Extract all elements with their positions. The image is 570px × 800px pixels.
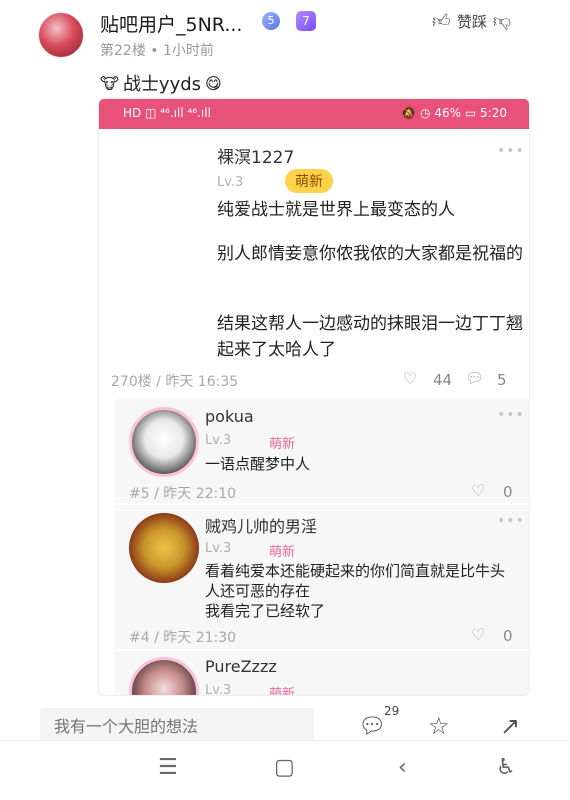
like-count: 0: [503, 483, 513, 501]
like-icon: ♡: [403, 369, 418, 388]
favorite-icon[interactable]: ☆: [428, 712, 450, 740]
reply-footer: #4 / 昨天 21:30: [129, 630, 237, 646]
embedded-screenshot[interactable]: HD ◫ ⁴⁶.ıll ⁴⁶.ıll 🔕 ◷ 46% ▭ 5:20 裸溟1227…: [98, 98, 530, 696]
reply-level: Lv.3: [205, 541, 232, 556]
back-icon[interactable]: ‹: [398, 755, 407, 780]
like-label: 赞踩: [456, 12, 487, 31]
status-right: 🔕 ◷ 46% ▭ 5:20: [401, 106, 507, 120]
newbie-badge: 萌新: [285, 169, 333, 193]
like-count: 0: [503, 627, 513, 645]
like-dislike-control[interactable]: 👍︎ 赞踩 👎︎: [432, 10, 511, 32]
reply-author: pokua: [205, 407, 254, 426]
menu-icon[interactable]: ☰: [158, 755, 178, 780]
like-icon: ♡: [471, 625, 486, 644]
accessibility-icon[interactable]: ♿: [496, 755, 516, 780]
reply-count: 5: [497, 371, 507, 389]
level-badge-icon: 7: [296, 11, 316, 31]
comment-line-2: 别人郎情妾意你侬我侬的大家都是祝福的: [217, 244, 523, 264]
comments-icon[interactable]: 💬︎: [358, 714, 386, 739]
comments-count: 29: [384, 704, 400, 718]
thumbs-down-icon[interactable]: 👎︎: [493, 10, 511, 32]
comment-level: Lv.3: [217, 175, 244, 190]
comment-footer: 270楼 / 昨天 16:35: [111, 374, 239, 390]
reply-text: 一语点醒梦中人: [205, 455, 311, 473]
reply-author: PureZzzz: [205, 657, 277, 676]
comment-line-1: 纯爱战士就是世界上最变态的人: [217, 200, 455, 220]
like-icon: ♡: [471, 481, 486, 500]
reply-avatar: [129, 513, 199, 583]
reply-avatar: [129, 407, 199, 477]
reply-badge: 萌新: [269, 545, 296, 560]
reply-footer: #5 / 昨天 22:10: [129, 486, 237, 502]
reply-author: 贼鸡儿帅的男淫: [205, 517, 318, 536]
comment-author: 裸溟1227: [217, 148, 295, 168]
username[interactable]: 贴吧用户_5NR...: [100, 10, 242, 37]
more-icon: •••: [497, 407, 525, 423]
reply-text-line-2: 我看完了已经软了: [205, 602, 326, 620]
system-nav-bar: ☰ ▢ ‹ ♿: [0, 740, 570, 800]
status-left: HD ◫ ⁴⁶.ıll ⁴⁶.ıll: [123, 106, 211, 120]
comment-icon: 💬︎: [465, 369, 485, 387]
post-content: 🐮 战士yyds 😋: [100, 70, 222, 96]
avatar[interactable]: [38, 12, 84, 58]
reply-item: 贼鸡儿帅的男淫 ••• Lv.3 萌新 看着纯爱本还能硬起来的你们简直就是比牛头…: [115, 505, 529, 649]
cow-emoji-icon: 🐮: [100, 73, 119, 93]
reply-badge: 萌新: [269, 437, 296, 452]
more-icon: •••: [497, 513, 525, 529]
post-meta: 第22楼 • 1小时前: [100, 43, 214, 59]
reply-level: Lv.3: [205, 683, 232, 696]
thumbs-up-icon[interactable]: 👍︎: [432, 10, 451, 32]
reply-level: Lv.3: [205, 433, 232, 448]
reply-badge: 萌新: [269, 687, 296, 696]
home-icon[interactable]: ▢: [274, 755, 295, 780]
reply-item: pokua ••• Lv.3 萌新 一语点醒梦中人 #5 / 昨天 22:10 …: [115, 399, 529, 503]
more-icon: •••: [497, 143, 525, 159]
like-count: 44: [433, 371, 453, 389]
reply-item: PureZzzz Lv.3 萌新: [115, 651, 529, 696]
yum-emoji-icon: 😋: [205, 73, 222, 93]
member-badge-icon: 5: [262, 12, 280, 30]
post-text: 战士yyds: [122, 74, 202, 95]
reply-text: 看着纯爱本还能硬起来的你们简直就是比牛头人还可恶的存在: [205, 562, 506, 600]
comment-line-3: 结果这帮人一边感动的抹眼泪一边丁丁翘起来了太哈人了: [217, 314, 523, 360]
page: 贴吧用户_5NR... 5 7 第22楼 • 1小时前 👍︎ 赞踩 👎︎ 🐮 战…: [0, 0, 570, 800]
share-icon[interactable]: ↗: [500, 712, 520, 740]
status-bar: HD ◫ ⁴⁶.ıll ⁴⁶.ıll 🔕 ◷ 46% ▭ 5:20: [99, 99, 529, 129]
reply-avatar: [129, 657, 199, 695]
